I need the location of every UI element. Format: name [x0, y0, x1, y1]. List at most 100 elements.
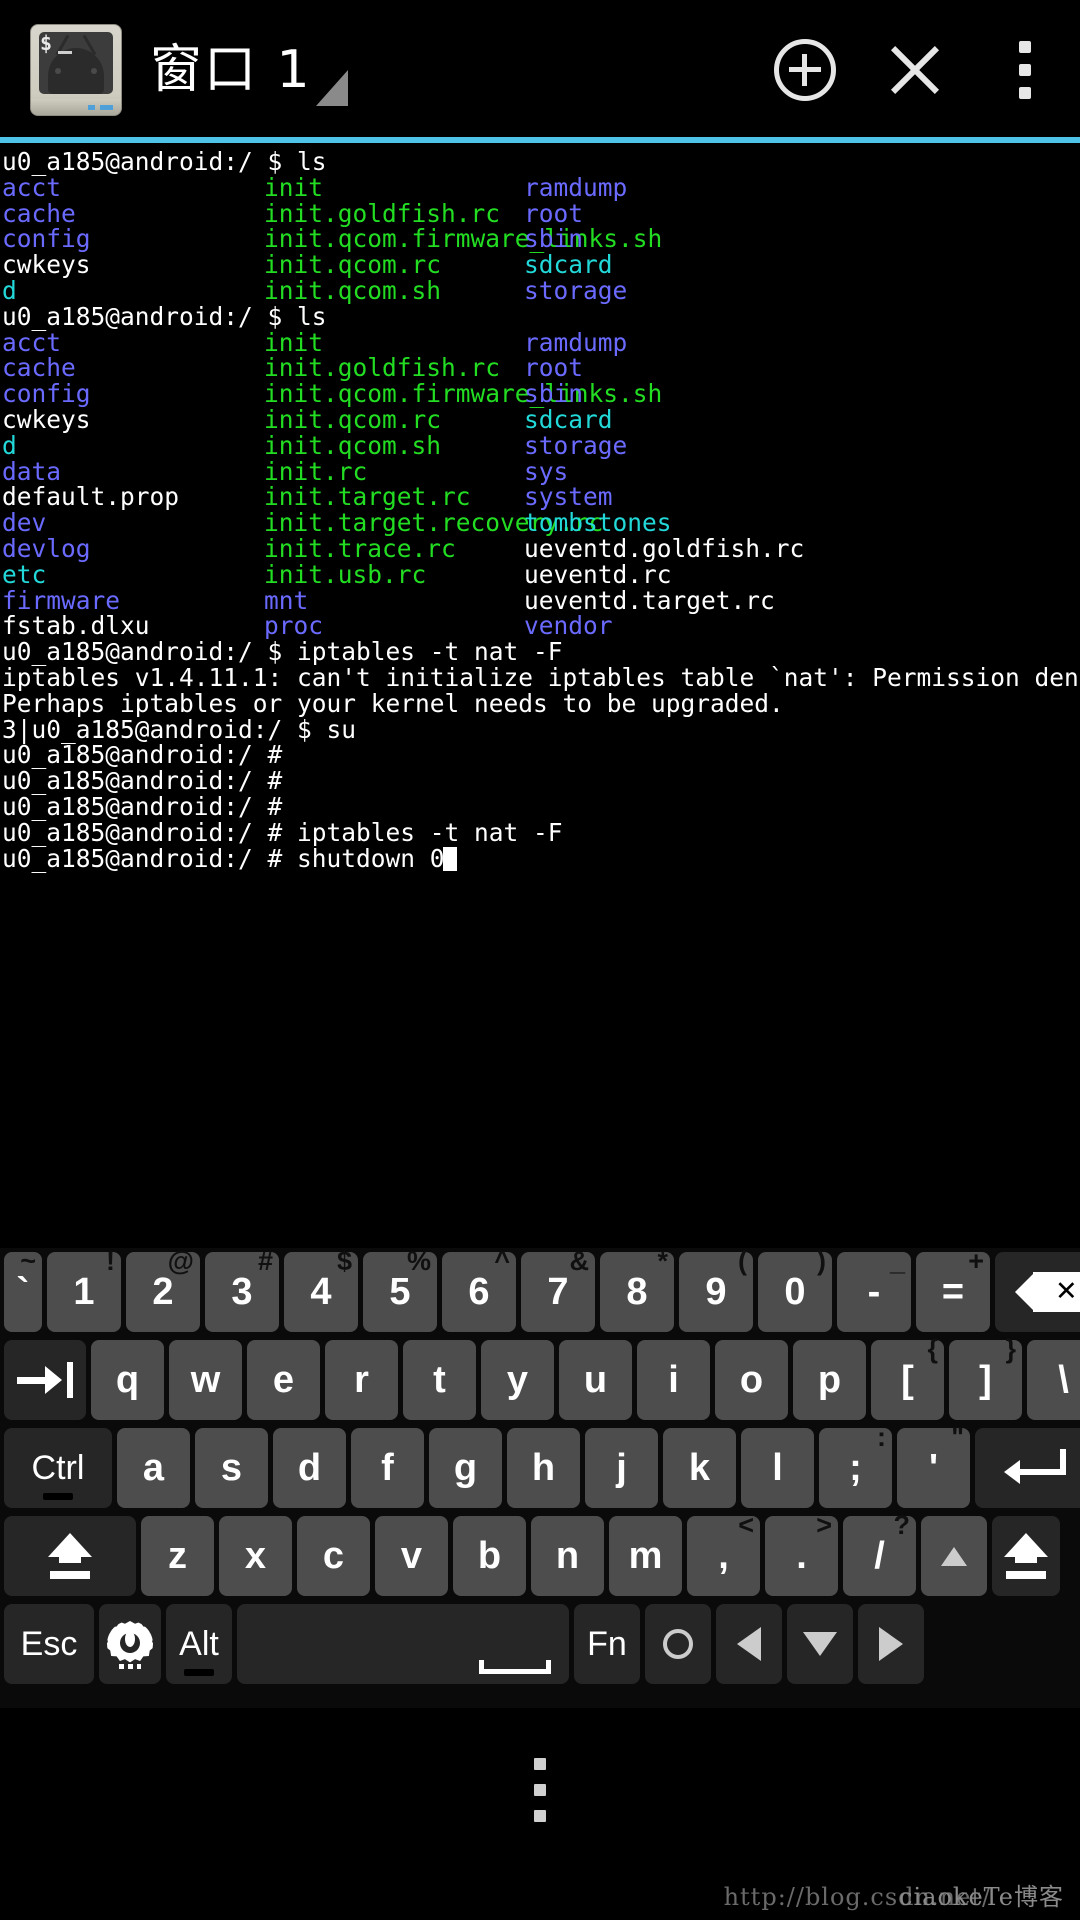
key-y[interactable]: y [481, 1340, 554, 1420]
key-shift-label: > [816, 1510, 832, 1540]
key-label: o [739, 1358, 764, 1401]
app-icon-prompt-glyph: $ [40, 31, 53, 55]
key-v[interactable]: v [375, 1516, 448, 1596]
key-g[interactable]: g [429, 1428, 502, 1508]
terminal-text: 3|u0_a185@android:/ $ su [2, 714, 357, 744]
key-label: s [220, 1446, 243, 1489]
close-window-button[interactable] [860, 0, 970, 140]
key-c[interactable]: c [297, 1516, 370, 1596]
key-k[interactable]: k [663, 1428, 736, 1508]
key-a[interactable]: a [117, 1428, 190, 1508]
key-z[interactable]: z [141, 1516, 214, 1596]
key-o[interactable]: o [715, 1340, 788, 1420]
terminal-text: u0_a185@android:/ # iptables -t nat -F [2, 817, 563, 847]
window-dropdown-triangle-icon[interactable] [315, 70, 348, 106]
terminal-entry: storage [524, 275, 628, 305]
key-label: / [874, 1534, 885, 1577]
overflow-menu-button[interactable] [970, 0, 1080, 140]
key-ctrl[interactable]: Ctrl [4, 1428, 112, 1508]
key-u[interactable]: u [559, 1340, 632, 1420]
key-arrow-up[interactable] [921, 1516, 987, 1596]
key-shift-right[interactable] [992, 1516, 1060, 1596]
key-state-indicator [184, 1669, 214, 1676]
key-2[interactable]: 2 @ [126, 1248, 200, 1332]
key-label: v [400, 1534, 423, 1577]
key-q[interactable]: q [91, 1340, 164, 1420]
key-label: . [796, 1534, 807, 1577]
key-label: g [453, 1446, 478, 1489]
keyboard-home-row: Ctrl a s d f g h j k l;: ' " [0, 1424, 1080, 1512]
key-b[interactable]: b [453, 1516, 526, 1596]
terminal-entry: init.qcom.sh [264, 430, 442, 460]
key-period[interactable]: . > [765, 1512, 838, 1596]
key-t[interactable]: t [403, 1340, 476, 1420]
key-arrow-left[interactable] [716, 1604, 782, 1684]
key-label: d [297, 1446, 322, 1489]
key-backspace[interactable]: ✕ [995, 1252, 1080, 1332]
key-quote[interactable]: ' " [897, 1424, 970, 1508]
key-0[interactable]: 0) [758, 1248, 832, 1332]
key-label: h [531, 1446, 556, 1489]
key-esc[interactable]: Esc [4, 1604, 94, 1684]
key-label: m [628, 1534, 663, 1577]
key-circle[interactable] [645, 1604, 711, 1684]
key-semicolon[interactable]: ;: [819, 1424, 892, 1508]
key-d[interactable]: d [273, 1428, 346, 1508]
keyboard-bottom-row: Esc Alt Fn [0, 1600, 1080, 1688]
key-1[interactable]: 1! [47, 1248, 121, 1332]
key-n[interactable]: n [531, 1516, 604, 1596]
key-label: j [616, 1446, 627, 1489]
key-8[interactable]: 8 * [600, 1248, 674, 1332]
key-w[interactable]: w [169, 1340, 242, 1420]
key-shift-label: ( [738, 1246, 747, 1276]
key-label: q [115, 1358, 140, 1401]
key-shift-label: & [569, 1246, 590, 1276]
key-i[interactable]: i [637, 1340, 710, 1420]
key-fn[interactable]: Fn [574, 1604, 640, 1684]
key-tab[interactable] [4, 1340, 86, 1420]
key-enter[interactable] [975, 1428, 1080, 1508]
key-shift-left[interactable] [4, 1516, 136, 1596]
key-f[interactable]: f [351, 1428, 424, 1508]
terminal-entry: data [2, 456, 62, 486]
key-s[interactable]: s [195, 1428, 268, 1508]
key-7[interactable]: 7 & [521, 1248, 595, 1332]
key-x[interactable]: x [219, 1516, 292, 1596]
key-3[interactable]: 3 # [205, 1248, 279, 1332]
key-label: p [817, 1358, 842, 1401]
key-slash[interactable]: /? [843, 1512, 916, 1596]
key-equals[interactable]: = + [916, 1248, 990, 1332]
key-label: - [867, 1270, 881, 1313]
key-comma[interactable]: , < [687, 1512, 760, 1596]
terminal-output[interactable]: u0_a185@android:/ $ ls acct init ramdump cac… [0, 145, 1080, 1245]
key-label: 2 [152, 1270, 174, 1313]
shift-icon [39, 1533, 101, 1579]
key-h[interactable]: h [507, 1428, 580, 1508]
terminal-entry: sdcard [524, 404, 613, 434]
key-m[interactable]: m [609, 1516, 682, 1596]
key-space[interactable] [237, 1604, 569, 1684]
key-settings[interactable] [99, 1604, 161, 1684]
terminal-line: dev init.target.recovery.rc tombstones [2, 510, 1080, 536]
key-alt[interactable]: Alt [166, 1604, 232, 1684]
key-l[interactable]: l [741, 1428, 814, 1508]
key-arrow-down[interactable] [787, 1604, 853, 1684]
key-arrow-right[interactable] [858, 1604, 924, 1684]
key-6[interactable]: 6 ^ [442, 1248, 516, 1332]
key-j[interactable]: j [585, 1428, 658, 1508]
key-9[interactable]: 9( [679, 1248, 753, 1332]
key-bracketright[interactable]: ]} [949, 1336, 1022, 1420]
new-window-button[interactable] [750, 0, 860, 140]
key-p[interactable]: p [793, 1340, 866, 1420]
key-backslash[interactable]: \| [1027, 1340, 1080, 1420]
key-e[interactable]: e [247, 1340, 320, 1420]
navigation-handle[interactable] [0, 1730, 1080, 1850]
key-5[interactable]: 5% [363, 1248, 437, 1332]
key-backtick[interactable]: ` ~ [4, 1248, 42, 1332]
key-minus[interactable]: - _ [837, 1248, 911, 1332]
gear-icon [107, 1621, 153, 1669]
terminal-entry: tombstones [524, 508, 672, 538]
key-4[interactable]: 4 $ [284, 1248, 358, 1332]
key-r[interactable]: r [325, 1340, 398, 1420]
key-bracketleft[interactable]: [{ [871, 1336, 944, 1420]
